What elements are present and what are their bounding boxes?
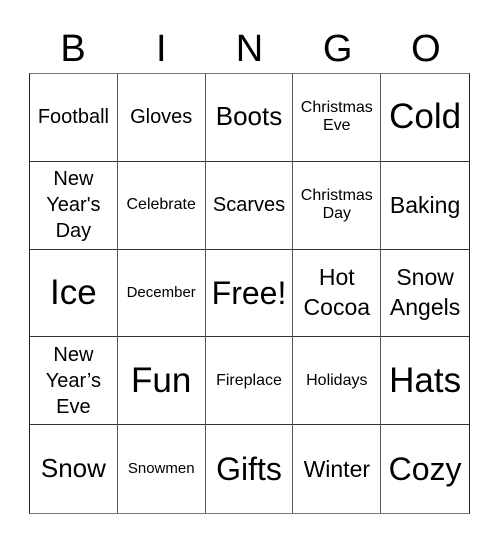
header-letter-o: O (411, 28, 441, 70)
bingo-cell[interactable]: December (117, 249, 206, 338)
cell-label: Scarves (212, 194, 286, 217)
cell-label: Cozy (388, 450, 462, 487)
cell-label: Baking (389, 191, 461, 218)
cell-label: Celebrate (126, 196, 196, 213)
bingo-cell[interactable]: Winter (293, 425, 382, 513)
cell-label: Hats (389, 360, 462, 400)
bingo-header: B I N G O (29, 26, 470, 72)
bingo-cell[interactable]: Fun (117, 337, 206, 426)
cell-label: Christmas Day (300, 186, 373, 223)
cell-label: Hot Cocoa (303, 264, 371, 320)
cell-label: Gifts (216, 450, 282, 487)
bingo-cell[interactable]: Boots (205, 74, 294, 162)
bingo-grid: Football Gloves Boots Christmas Eve Cold… (29, 73, 470, 514)
bingo-cell free-space[interactable]: Free! (205, 249, 294, 338)
cell-label: Fireplace (216, 371, 282, 389)
bingo-cell[interactable]: Cozy (381, 425, 469, 513)
bingo-cell[interactable]: Hot Cocoa (293, 249, 382, 338)
cell-label: Holidays (306, 371, 368, 389)
bingo-cell[interactable]: Snow Angels (381, 250, 469, 338)
free-space-label: Free! (211, 274, 287, 311)
cell-label: Snow (40, 453, 106, 484)
header-letter-b: B (60, 28, 86, 70)
cell-label: New Year's Day (46, 168, 101, 243)
bingo-cell[interactable]: Baking (381, 162, 469, 250)
bingo-cell[interactable]: Celebrate (117, 161, 206, 250)
bingo-cell[interactable]: Football (30, 74, 118, 162)
cell-label: New Year’s Eve (45, 343, 102, 418)
bingo-cell[interactable]: Gloves (117, 74, 206, 162)
bingo-cell[interactable]: Snow (30, 425, 118, 513)
cell-label: Cold (389, 97, 462, 137)
cell-label: December (126, 284, 196, 302)
bingo-cell[interactable]: Scarves (205, 161, 294, 250)
cell-label: Christmas Eve (300, 99, 373, 135)
header-letter-g: G (322, 28, 353, 70)
cell-label: Snow Angels (389, 264, 461, 320)
cell-label: Winter (303, 455, 371, 482)
bingo-cell[interactable]: Christmas Eve (293, 74, 382, 162)
cell-label: Gloves (130, 106, 193, 129)
bingo-cell[interactable]: Holidays (293, 337, 382, 426)
header-letter-n: N (235, 28, 264, 70)
bingo-cell[interactable]: Cold (381, 74, 469, 162)
cell-label: Snowmen (127, 460, 195, 478)
bingo-cell[interactable]: New Year's Day (30, 161, 118, 250)
cell-label: Ice (50, 272, 97, 312)
cell-label: Football (37, 106, 109, 129)
cell-label: Fun (131, 360, 192, 400)
bingo-cell[interactable]: New Year’s Eve (30, 337, 118, 426)
bingo-cell[interactable]: Hats (381, 337, 469, 426)
bingo-cell[interactable]: Fireplace (205, 337, 294, 426)
bingo-cell[interactable]: Ice (30, 249, 118, 338)
cell-label: Boots (215, 101, 283, 132)
bingo-cell[interactable]: Gifts (206, 425, 294, 513)
bingo-cell[interactable]: Snowmen (118, 425, 206, 513)
header-letter-i: I (156, 28, 167, 70)
bingo-cell[interactable]: Christmas Day (293, 161, 382, 250)
